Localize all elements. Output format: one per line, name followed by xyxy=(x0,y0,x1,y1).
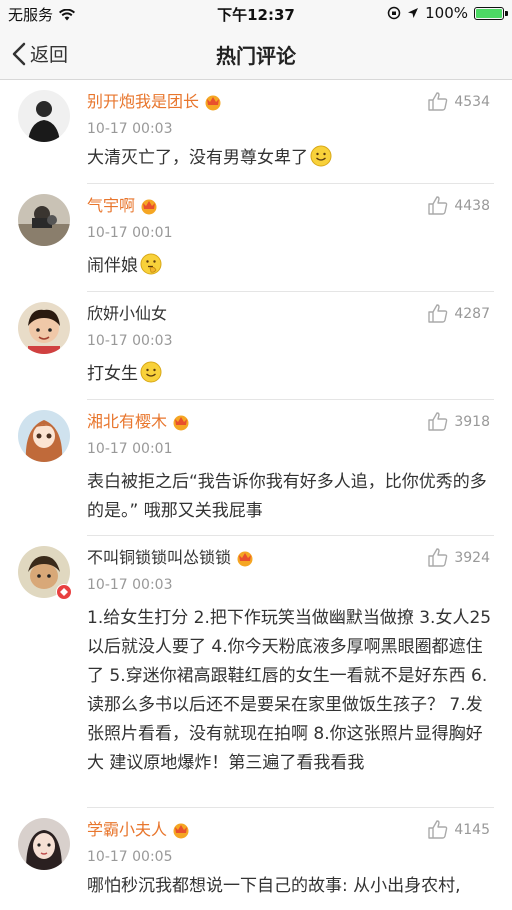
like-count: 4287 xyxy=(454,305,490,322)
like-count: 3924 xyxy=(454,549,490,566)
timestamp: 10-17 00:01 xyxy=(87,225,173,241)
thumbs-up-icon xyxy=(428,304,448,323)
vip-crown-icon xyxy=(205,95,221,111)
thumbs-up-icon xyxy=(428,196,448,215)
comment-text: 打女生 xyxy=(87,364,138,384)
comment-text: 表白被拒之后“我告诉你我有好多人追，比你优秀的多的是。” 哦那又关我屁事 xyxy=(87,472,487,521)
timestamp: 10-17 00:03 xyxy=(87,121,173,137)
username[interactable]: 湘北有樱木 xyxy=(87,412,167,432)
thumbs-up-icon xyxy=(428,92,448,111)
battery-percent: 100% xyxy=(425,4,468,22)
comment-item: 气宇啊 10-17 00:01 4438 闹伴娘 xyxy=(0,184,512,292)
username[interactable]: 学霸小夫人 xyxy=(87,820,167,840)
like-count: 4145 xyxy=(454,821,490,838)
avatar[interactable] xyxy=(18,302,70,354)
comment-text: 1.给女生打分 2.把下作玩笑当做幽默当做撩 3.女人25以后就没人要了 4.你… xyxy=(87,608,492,773)
verified-badge-icon xyxy=(56,584,72,600)
comment-item: 湘北有樱木 10-17 00:01 3918 表白被拒之后“我告诉你我有好多人追… xyxy=(0,400,512,536)
timestamp: 10-17 00:03 xyxy=(87,333,173,349)
thumbs-up-icon xyxy=(428,412,448,431)
username[interactable]: 气宇啊 xyxy=(87,196,135,216)
comment-item: 学霸小夫人 10-17 00:05 4145 哪怕秒沉我都想说一下自己的故事: … xyxy=(0,808,512,910)
like-count: 4438 xyxy=(454,197,490,214)
avatar[interactable] xyxy=(18,818,70,870)
vip-crown-icon xyxy=(237,551,253,567)
username[interactable]: 欣妍小仙女 xyxy=(87,304,167,324)
avatar[interactable] xyxy=(18,410,70,462)
comment-item: 别开炮我是团长 10-17 00:03 4534 大清灭亡了，没有男尊女卑了 xyxy=(0,80,512,184)
comment-text: 哪怕秒沉我都想说一下自己的故事: 从小出身农村, xyxy=(87,876,461,896)
like-button[interactable]: 4438 xyxy=(428,196,490,215)
like-button[interactable]: 4145 xyxy=(428,820,490,839)
avatar[interactable] xyxy=(18,90,70,142)
comment-text: 大清灭亡了，没有男尊女卑了 xyxy=(87,148,308,168)
status-bar: 无服务 下午12:37 100% xyxy=(0,0,512,28)
timestamp: 10-17 00:01 xyxy=(87,441,173,457)
timestamp: 10-17 00:03 xyxy=(87,577,173,593)
username[interactable]: 别开炮我是团长 xyxy=(87,92,199,112)
comment-text: 闹伴娘 xyxy=(87,256,138,276)
comment-item: 不叫铜锁锁叫怂锁锁 10-17 00:03 3924 1.给女生打分 2.把下作… xyxy=(0,536,512,808)
like-count: 3918 xyxy=(454,413,490,430)
like-count: 4534 xyxy=(454,93,490,110)
comment-item: 欣妍小仙女 10-17 00:03 4287 打女生 xyxy=(0,292,512,400)
location-icon xyxy=(408,8,419,18)
thinking-emoji-icon xyxy=(140,253,162,275)
avatar[interactable] xyxy=(18,194,70,246)
smile-emoji-icon xyxy=(140,361,162,383)
vip-crown-icon xyxy=(173,415,189,431)
thumbs-up-icon xyxy=(428,548,448,567)
nav-bar: 返回 热门评论 xyxy=(0,28,512,80)
battery-icon xyxy=(474,6,508,20)
vip-crown-icon xyxy=(141,199,157,215)
username[interactable]: 不叫铜锁锁叫怂锁锁 xyxy=(87,548,231,568)
vip-crown-icon xyxy=(173,823,189,839)
smile-emoji-icon xyxy=(310,145,332,167)
orientation-lock-icon xyxy=(387,6,401,20)
like-button[interactable]: 4287 xyxy=(428,304,490,323)
page-title: 热门评论 xyxy=(216,44,296,68)
like-button[interactable]: 3918 xyxy=(428,412,490,431)
timestamp: 10-17 00:05 xyxy=(87,849,173,865)
like-button[interactable]: 4534 xyxy=(428,92,490,111)
thumbs-up-icon xyxy=(428,820,448,839)
like-button[interactable]: 3924 xyxy=(428,548,490,567)
